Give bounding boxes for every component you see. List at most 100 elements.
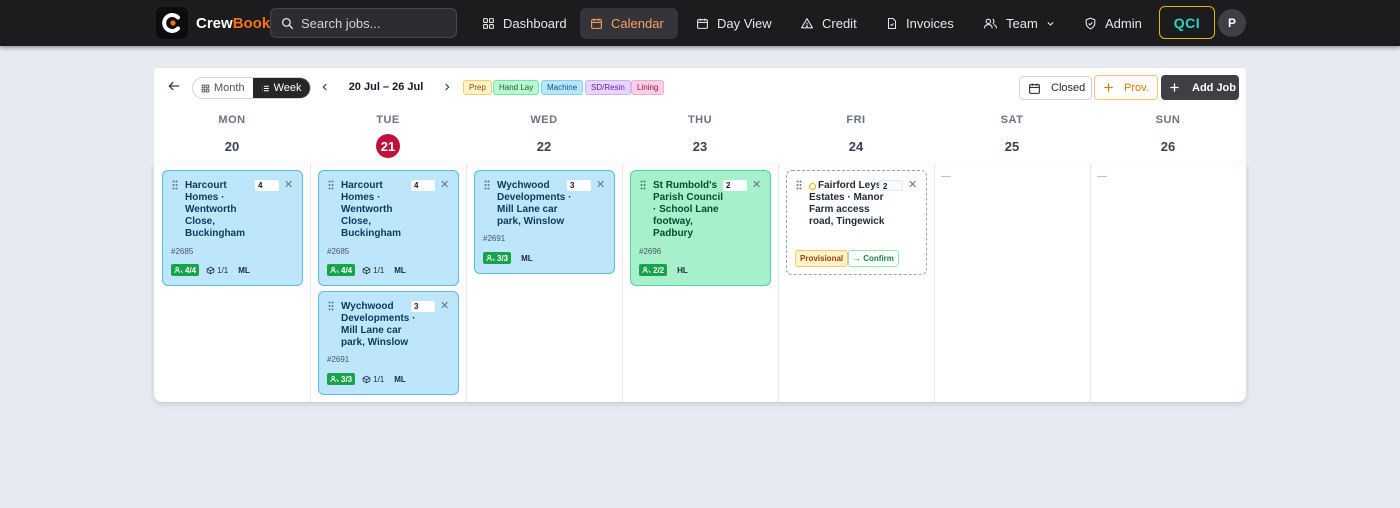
crew-badge[interactable]: 3/3 (327, 373, 356, 385)
back-arrow-icon[interactable] (167, 79, 181, 93)
day-name: FRI (846, 114, 866, 126)
job-title: Fairford Leys Estates · Manor Farm acces… (809, 180, 885, 227)
day-header-mon[interactable]: MON 20 (154, 114, 310, 158)
search-input[interactable] (301, 15, 441, 31)
day-header-wed[interactable]: WED 22 (466, 114, 622, 158)
drag-handle-icon[interactable] (328, 301, 334, 311)
day-header-sat[interactable]: SAT 25 (934, 114, 1090, 158)
closed-button[interactable]: Closed (1019, 76, 1092, 100)
legend-lining: Lining (631, 80, 665, 95)
qci-label: QCI (1173, 14, 1201, 31)
view-week-label: Week (273, 82, 302, 94)
job-number: #2696 (639, 247, 662, 256)
remove-job-icon[interactable]: ✕ (752, 178, 761, 191)
drag-handle-icon[interactable] (640, 180, 646, 190)
crew-size-input[interactable]: 2 (879, 180, 903, 191)
job-type-tag: ML (521, 253, 533, 263)
drag-handle-icon[interactable] (328, 180, 334, 190)
legend-sd-resin: SD/Resin (585, 80, 631, 95)
chevron-left-icon[interactable] (320, 81, 330, 93)
nav-calendar[interactable]: Calendar (580, 8, 678, 39)
qci-button[interactable]: QCI (1159, 6, 1215, 39)
users-icon (174, 266, 183, 274)
nav-admin[interactable]: Admin (1074, 8, 1152, 38)
job-number: #2685 (327, 247, 350, 256)
nav-team[interactable]: Team (973, 8, 1065, 38)
remove-job-icon[interactable]: ✕ (440, 299, 449, 312)
brand-logo[interactable]: CrewBook (156, 7, 270, 39)
job-number: #2691 (327, 355, 350, 364)
nav-day-view[interactable]: Day View (686, 8, 782, 38)
nav-credit[interactable]: Credit (790, 8, 867, 38)
day-number: 23 (692, 138, 708, 154)
user-avatar[interactable]: P (1218, 9, 1246, 37)
add-job-label: Add Job (1192, 81, 1236, 94)
column-divider (466, 164, 467, 402)
job-card[interactable]: Harcourt Homes · Wentworth Close, Buckin… (162, 170, 303, 286)
day-name: WED (530, 114, 558, 126)
crew-size-input[interactable]: 3 (411, 301, 435, 312)
crew-badge[interactable]: 2/2 (639, 264, 668, 276)
remove-job-icon[interactable]: ✕ (440, 178, 449, 191)
users-icon (330, 266, 339, 274)
search-icon (281, 17, 294, 29)
job-meta: 4/4 1/1 ML (171, 264, 250, 276)
nav-admin-label: Admin (1105, 15, 1142, 31)
provisional-button[interactable]: Prov. (1094, 75, 1158, 100)
nav-dashboard[interactable]: Dashboard (472, 8, 577, 38)
drag-handle-icon[interactable] (484, 180, 490, 190)
job-title: Wychwood Developments · Mill Lane car pa… (497, 180, 572, 227)
empty-day-sat: — (941, 171, 951, 182)
job-meta: 2/2 HL (639, 264, 688, 276)
day-header-fri[interactable]: FRI 24 (778, 114, 934, 158)
job-title: Wychwood Developments · Mill Lane car pa… (341, 301, 416, 348)
provisional-job-card[interactable]: Fairford Leys Estates · Manor Farm acces… (786, 170, 927, 275)
crew-size-input[interactable]: 4 (411, 180, 435, 191)
job-card[interactable]: St Rumbold's Parish Council · School Lan… (630, 170, 771, 286)
day-number: 26 (1160, 138, 1176, 154)
crew-size-input[interactable]: 3 (567, 180, 591, 191)
job-title: Harcourt Homes · Wentworth Close, Buckin… (341, 180, 402, 239)
day-header-sun[interactable]: SUN 26 (1090, 114, 1246, 158)
column-divider (310, 164, 311, 402)
job-card[interactable]: Wychwood Developments · Mill Lane car pa… (474, 170, 615, 274)
add-job-button[interactable]: Add Job (1161, 75, 1239, 100)
job-card[interactable]: Harcourt Homes · Wentworth Close, Buckin… (318, 170, 459, 286)
day-header-thu[interactable]: THU 23 (622, 114, 778, 158)
crew-size-input[interactable]: 2 (723, 180, 747, 191)
remove-job-icon[interactable]: ✕ (908, 178, 917, 191)
prov-label: Prov. (1124, 81, 1149, 94)
users-icon (486, 254, 495, 262)
today-indicator: 21 (310, 134, 466, 158)
job-card[interactable]: Wychwood Developments · Mill Lane car pa… (318, 291, 459, 395)
legend-hand-lay: Hand Lay (493, 80, 540, 95)
shield-check-icon (1085, 17, 1096, 29)
day-header-tue[interactable]: TUE 21 (310, 114, 466, 158)
date-range-label: 20 Jul – 26 Jul (348, 81, 424, 93)
crew-size-input[interactable]: 4 (255, 180, 279, 191)
brand-name: CrewBook (196, 14, 271, 32)
drag-handle-icon[interactable] (796, 180, 802, 190)
search-box[interactable] (270, 8, 457, 38)
plus-icon (1104, 83, 1113, 92)
remove-job-icon[interactable]: ✕ (596, 178, 605, 191)
dashboard-grid-icon (483, 17, 494, 29)
view-month-button[interactable]: Month (193, 78, 253, 98)
column-divider (1090, 164, 1091, 402)
job-meta: 4/4 1/1 ML (327, 264, 406, 276)
view-week-button[interactable]: Week (252, 78, 310, 98)
nav-invoices[interactable]: Invoices (876, 8, 964, 38)
crew-badge[interactable]: 4/4 (327, 264, 356, 276)
day-name: TUE (376, 114, 400, 126)
list-icon (261, 85, 269, 91)
avatar-initial: P (1227, 16, 1236, 30)
confirm-button[interactable]: → Confirm (848, 250, 899, 267)
chevron-right-icon[interactable] (442, 81, 452, 93)
crew-badge[interactable]: 4/4 (171, 264, 200, 276)
crew-badge[interactable]: 3/3 (483, 252, 512, 264)
users-icon (642, 266, 651, 274)
remove-job-icon[interactable]: ✕ (284, 178, 293, 191)
chevron-down-icon (1047, 21, 1054, 26)
drag-handle-icon[interactable] (172, 180, 178, 190)
legend-prep: Prep (463, 80, 492, 95)
